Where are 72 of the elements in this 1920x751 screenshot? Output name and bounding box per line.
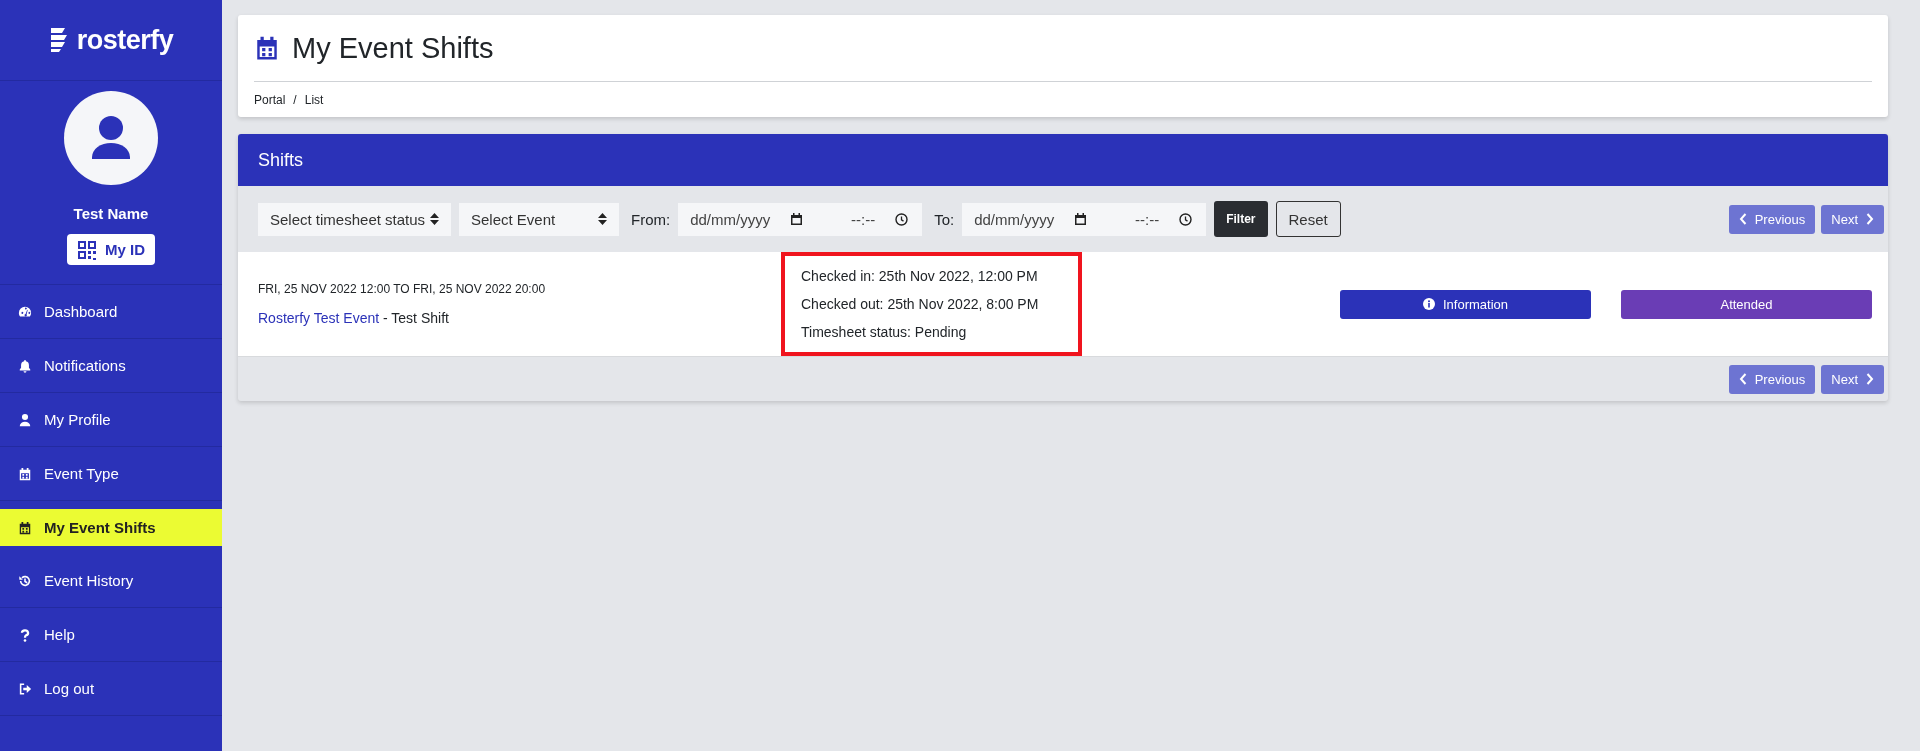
date-placeholder: dd/mm/yyyy: [974, 210, 1055, 228]
nav-label: My Profile: [44, 411, 111, 428]
nav-item[interactable]: Dashboard: [0, 285, 222, 339]
calendar-icon: [790, 212, 804, 226]
nav-label: Event History: [44, 572, 134, 589]
select-dropdown[interactable]: Select timesheet status: [258, 202, 451, 236]
shift-title: Rosterfy Test Event - Test Shift: [258, 310, 450, 326]
page-title: My Event Shifts: [292, 31, 494, 65]
shift-date-range: FRI, 25 NOV 2022 12:00 TO FRI, 25 NOV 2022 20:00: [258, 282, 547, 296]
logo-mark-icon: [48, 27, 69, 53]
history-icon: [18, 573, 32, 588]
attended-button[interactable]: Attended: [1621, 289, 1872, 319]
information-button[interactable]: Information: [1340, 289, 1591, 319]
question-icon: [18, 627, 32, 642]
nav-item[interactable]: Help: [0, 608, 222, 662]
filter-button[interactable]: Filter: [1214, 201, 1268, 237]
nav-label: My Event Shifts: [44, 519, 156, 536]
nav-item[interactable]: Notifications: [0, 339, 222, 393]
shift-detail: Checked in: 25th Nov 2022, 12:00 PM: [801, 268, 1039, 284]
calendar-icon: [18, 466, 32, 481]
nav-item[interactable]: My Event Shifts: [0, 509, 222, 546]
sort-arrows-icon: [430, 213, 439, 225]
from-label: From:: [631, 210, 671, 228]
time-placeholder: --:--: [1135, 210, 1160, 228]
previous-button[interactable]: Previous: [1728, 204, 1816, 234]
chevron-right-icon: [1866, 373, 1874, 385]
shift-detail: Checked out: 25th Nov 2022, 8:00 PM: [801, 296, 1040, 312]
gauge-icon: [18, 304, 32, 319]
nav-item[interactable]: My Profile: [0, 393, 222, 447]
nav-item[interactable]: Event History: [0, 554, 222, 608]
qr-code-icon: [77, 239, 97, 260]
calendar-icon: [1074, 212, 1088, 226]
nav-label: Log out: [44, 680, 95, 697]
user-name: Test Name: [73, 205, 149, 222]
next-button[interactable]: Next: [1821, 364, 1884, 394]
shift-detail: Timesheet status: Pending: [801, 324, 968, 340]
nav-label: Event Type: [44, 465, 119, 482]
clock-icon: [895, 212, 909, 226]
avatar-icon: [64, 91, 158, 185]
select-text: Select Event: [471, 210, 556, 228]
panel-header: Shifts: [238, 134, 1888, 186]
event-link[interactable]: Rosterfy Test Event: [258, 310, 380, 326]
nav-item[interactable]: Log out: [0, 662, 222, 716]
logout-icon: [18, 681, 32, 696]
date-time-field[interactable]: dd/mm/yyyy --:--: [962, 202, 1207, 236]
chevron-right-icon: [1866, 213, 1874, 225]
bell-icon: [18, 358, 32, 373]
calendar-icon: [18, 520, 32, 535]
reset-button[interactable]: Reset: [1275, 201, 1341, 237]
next-button[interactable]: Next: [1821, 204, 1884, 234]
nav-label: Dashboard: [44, 303, 118, 320]
nav-label: Notifications: [44, 357, 126, 374]
logo-text: rosterfy: [76, 24, 174, 56]
date-placeholder: dd/mm/yyyy: [690, 210, 771, 228]
select-dropdown[interactable]: Select Event: [459, 202, 619, 236]
to-label: To:: [934, 210, 955, 228]
my-id-button[interactable]: My ID: [67, 234, 155, 265]
clock-icon: [1179, 212, 1193, 226]
date-time-field[interactable]: dd/mm/yyyy --:--: [678, 202, 923, 236]
nav-label: Help: [44, 626, 75, 643]
breadcrumb-separator: /: [293, 92, 297, 107]
breadcrumb-link[interactable]: List: [304, 92, 324, 107]
previous-button[interactable]: Previous: [1728, 364, 1816, 394]
chevron-left-icon: [1738, 213, 1747, 225]
sort-arrows-icon: [598, 213, 607, 225]
chevron-left-icon: [1738, 373, 1747, 385]
breadcrumb-link[interactable]: Portal: [254, 92, 286, 107]
person-icon: [18, 412, 32, 427]
select-text: Select timesheet status: [270, 210, 426, 228]
time-placeholder: --:--: [851, 210, 876, 228]
info-icon: [1422, 298, 1435, 310]
nav-item[interactable]: Event Type: [0, 447, 222, 501]
